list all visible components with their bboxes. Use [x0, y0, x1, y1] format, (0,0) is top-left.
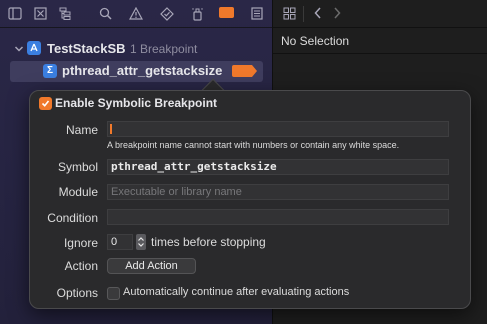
toolbar-divider [303, 6, 304, 22]
breakpoint-editor-popover: Enable Symbolic Breakpoint Name A breakp… [29, 90, 471, 309]
editor-toolbar [273, 0, 487, 28]
no-selection-label: No Selection [281, 34, 350, 48]
ignore-count-field[interactable]: 0 [107, 234, 133, 250]
breakpoint-icon[interactable] [219, 7, 234, 18]
name-label: Name [65, 123, 98, 137]
condition-label: Condition [47, 211, 98, 225]
module-field[interactable]: Executable or library name [107, 184, 449, 200]
ignore-suffix: times before stopping [151, 235, 266, 249]
module-label: Module [58, 185, 98, 199]
name-hint: A breakpoint name cannot start with numb… [107, 140, 400, 150]
auto-continue-checkbox[interactable] [107, 287, 120, 300]
hierarchy-icon[interactable] [56, 5, 74, 23]
auto-continue-label: Automatically continue after evaluating … [123, 286, 350, 298]
disclosure-chevron-icon[interactable] [14, 43, 24, 53]
enable-symbolic-breakpoint-label: Enable Symbolic Breakpoint [55, 96, 218, 110]
ignore-label: Ignore [63, 236, 98, 250]
options-label: Options [56, 286, 98, 300]
xmark-square-icon[interactable] [31, 5, 49, 23]
spray-icon[interactable] [188, 5, 206, 23]
breakpoint-count: 1 Breakpoint [130, 42, 198, 56]
warning-icon[interactable] [127, 5, 145, 23]
folder-icon[interactable] [6, 5, 24, 23]
symbol-field[interactable]: pthread_attr_getstacksize [107, 159, 449, 175]
breakpoint-row[interactable]: Σ pthread_attr_getstacksize [10, 61, 263, 82]
text-caret [110, 124, 112, 134]
breakpoint-marker-icon[interactable] [232, 65, 257, 77]
forward-chevron-icon[interactable] [332, 6, 342, 23]
symbol-label: Symbol [57, 160, 98, 174]
name-field[interactable] [107, 121, 449, 137]
enable-checkbox[interactable] [39, 97, 52, 110]
project-name[interactable]: TestStackSB [47, 41, 126, 56]
navigator-toolbar [0, 0, 272, 28]
symbolic-breakpoint-icon: Σ [43, 64, 57, 78]
diamond-check-icon[interactable] [158, 5, 176, 23]
back-chevron-icon[interactable] [313, 6, 323, 23]
action-label: Action [64, 259, 98, 273]
list-icon[interactable] [248, 5, 266, 23]
app-icon [27, 41, 41, 55]
search-icon[interactable] [96, 5, 114, 23]
grid-icon[interactable] [283, 7, 296, 23]
breakpoint-name: pthread_attr_getstacksize [62, 63, 223, 78]
condition-field[interactable] [107, 209, 449, 225]
jump-bar: No Selection [273, 28, 487, 54]
add-action-button[interactable]: Add Action [107, 258, 196, 274]
ignore-stepper[interactable] [136, 234, 146, 250]
